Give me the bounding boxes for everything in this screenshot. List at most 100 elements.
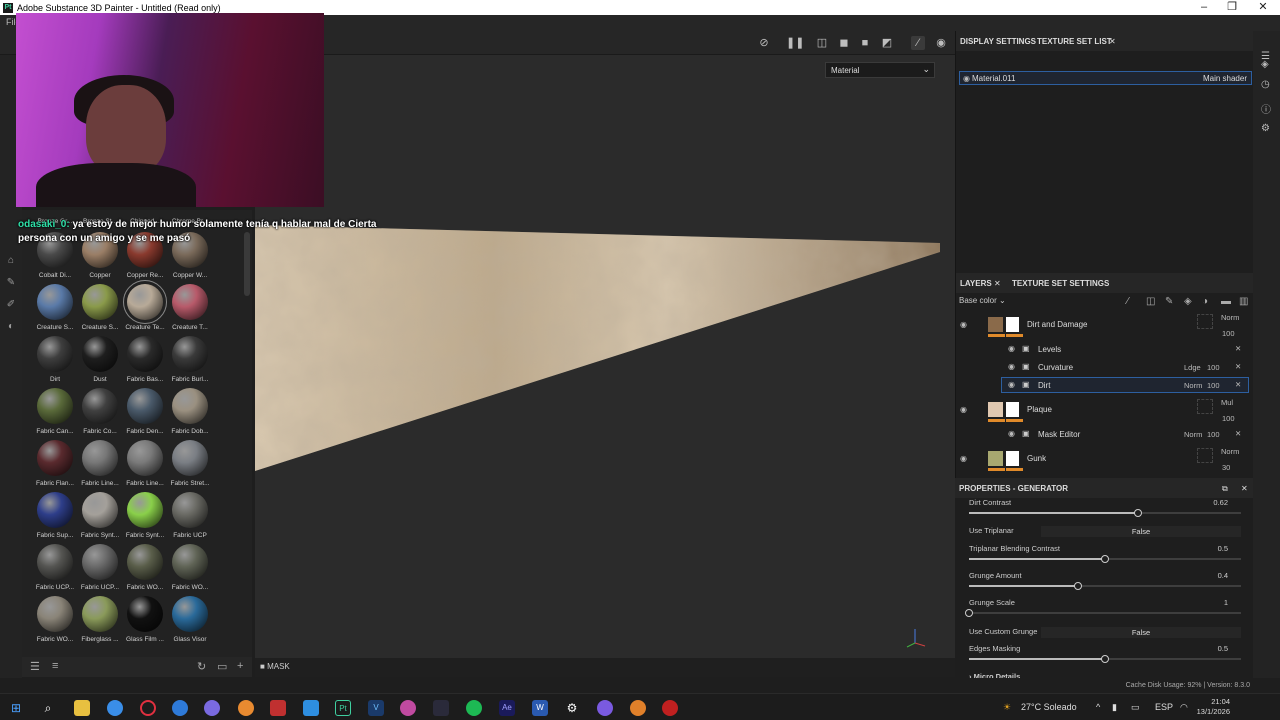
property-slider[interactable] (965, 609, 1241, 617)
close-icon[interactable]: ✕ (1235, 362, 1241, 371)
network-icon[interactable]: ▭ (1131, 702, 1140, 713)
close-window-button[interactable]: ✕ (1247, 0, 1279, 15)
tab-layers[interactable]: LAYERS (960, 279, 992, 288)
photos-icon[interactable] (303, 700, 319, 716)
weather-text[interactable]: 27°C Soleado (1021, 702, 1077, 712)
tool-icon[interactable]: ⌂ (4, 255, 18, 269)
slider-handle[interactable] (1101, 555, 1109, 563)
material-thumbnail[interactable]: Fabric Sup... (32, 492, 78, 539)
list-view-icon[interactable]: ☰ (30, 660, 40, 673)
material-thumbnail[interactable]: Fabric Stret... (167, 440, 213, 487)
effect-opacity[interactable]: 100 (1207, 363, 1220, 372)
property-value[interactable]: 0.4 (1218, 571, 1228, 580)
folder-icon[interactable]: ▬ (1221, 296, 1231, 307)
app-icon[interactable] (238, 700, 254, 716)
layer-row[interactable]: ◉ Gunk Norm 30 (956, 447, 1248, 472)
eye-icon[interactable]: ◉ (1008, 344, 1015, 353)
info-icon[interactable]: ⓘ (1261, 101, 1271, 116)
app-icon[interactable] (400, 700, 416, 716)
eye-icon[interactable]: ◉ (963, 74, 970, 83)
material-thumbnail[interactable]: Creature Te... (122, 280, 168, 331)
property-value[interactable]: 1 (1224, 598, 1228, 607)
material-thumbnail[interactable]: Fabric Den... (122, 388, 168, 435)
tool-icon[interactable]: ✐ (4, 299, 18, 313)
slider-handle[interactable] (1134, 509, 1142, 517)
layers-icon[interactable]: ◈ (1261, 59, 1269, 70)
search-icon[interactable]: ⌕ (40, 700, 56, 716)
texture-set-row[interactable]: ◉ Material.011 Main shader (959, 71, 1252, 85)
tab-display-settings[interactable]: DISPLAY SETTINGS (960, 37, 1036, 46)
material-thumbnail[interactable]: Fabric Can... (32, 388, 78, 435)
3d-viewport[interactable]: Material ⌄ (255, 55, 955, 658)
property-toggle[interactable]: False (1041, 627, 1241, 638)
layer-row[interactable]: ◉ Dirt and Damage Norm 100 (956, 313, 1248, 338)
file-explorer-icon[interactable] (74, 700, 90, 716)
layer-row[interactable]: ◉ ▣ Curvature Ldge 100 ✕ (1002, 360, 1248, 374)
vscode-icon[interactable]: V (368, 700, 384, 716)
close-icon[interactable]: ✕ (1109, 37, 1116, 46)
layer-opacity[interactable]: 100 (1222, 329, 1235, 338)
material-thumbnail[interactable]: Fabric Burl... (167, 336, 213, 383)
tab-texture-set-settings[interactable]: TEXTURE SET SETTINGS (1012, 279, 1109, 288)
material-thumbnail[interactable]: Dust (77, 336, 123, 383)
eye-icon[interactable]: ◉ (960, 405, 967, 414)
render-icon[interactable]: ◩ (880, 36, 894, 50)
eye-icon[interactable]: ◉ (1008, 362, 1015, 371)
material-thumbnail[interactable]: Fabric Dob... (167, 388, 213, 435)
add-icon[interactable]: + (237, 660, 243, 672)
effect-opacity[interactable]: 100 (1207, 430, 1220, 439)
effect-blend-mode[interactable]: Ldge (1184, 363, 1201, 372)
fill-icon[interactable]: ◈ (1184, 296, 1192, 307)
tool-icon[interactable]: ◐ (4, 321, 18, 335)
close-icon[interactable]: ✕ (1235, 344, 1241, 353)
effect-opacity[interactable]: 100 (1207, 381, 1220, 390)
windows-start-icon[interactable]: ⊞ (8, 700, 24, 716)
tray-chevron-icon[interactable]: ^ (1096, 702, 1100, 712)
refresh-icon[interactable]: ↻ (197, 660, 206, 673)
chrome-icon[interactable] (107, 700, 123, 716)
hide-icon[interactable]: ⊘ (757, 36, 771, 50)
edge-icon[interactable] (172, 700, 188, 716)
spotify-icon[interactable] (466, 700, 482, 716)
material-thumbnail[interactable]: Fabric WO... (167, 544, 213, 591)
material-thumbnail[interactable]: Creature S... (32, 284, 78, 331)
clock[interactable]: 21:04 13/1/2026 (1197, 697, 1230, 717)
wifi-icon[interactable]: ◠ (1180, 702, 1188, 713)
weather-icon[interactable]: ☀ (1003, 702, 1011, 713)
layer-row[interactable]: ◉ ▣ Levels ✕ (1002, 342, 1248, 356)
property-value[interactable]: 0.5 (1218, 544, 1228, 553)
app-icon[interactable] (204, 700, 220, 716)
eye-icon[interactable]: ◉ (960, 320, 967, 329)
eye-icon[interactable]: ◉ (960, 454, 967, 463)
mask-icon[interactable]: ◑ (1202, 296, 1208, 307)
settings-icon[interactable]: ⚙ (1261, 123, 1270, 134)
material-thumbnail[interactable]: Fabric Line... (77, 440, 123, 487)
camera-icon[interactable]: ■ (858, 36, 872, 50)
material-thumbnail[interactable]: Fabric Line... (122, 440, 168, 487)
material-thumbnail[interactable]: Fabric WO... (32, 596, 78, 643)
material-thumbnail[interactable]: Glass Visor (167, 596, 213, 643)
mask-toggle[interactable]: ■ MASK (260, 662, 290, 671)
material-thumbnail[interactable]: Fabric UCP (167, 492, 213, 539)
material-thumbnail[interactable]: Fabric Flan... (32, 440, 78, 487)
eye-icon[interactable]: ◉ (1008, 380, 1015, 389)
shader-name[interactable]: Main shader (1203, 74, 1247, 83)
app-icon[interactable] (630, 700, 646, 716)
close-icon[interactable]: ✕ (1241, 484, 1248, 493)
video-app-icon[interactable] (270, 700, 286, 716)
slider-handle[interactable] (965, 609, 973, 617)
paint-brush-icon[interactable]: ⁄ (911, 36, 925, 50)
layer-row[interactable]: ◉ Plaque Mul 100 (956, 398, 1248, 423)
channel-dropdown[interactable]: Base color ⌄ (959, 296, 1014, 309)
close-icon[interactable]: ✕ (994, 279, 1001, 288)
opera-icon[interactable] (140, 700, 156, 716)
material-thumbnail[interactable]: Fabric UCP... (32, 544, 78, 591)
slider-handle[interactable] (1101, 655, 1109, 663)
obs-icon[interactable] (662, 700, 678, 716)
layer-blend-mode[interactable]: Mul (1221, 398, 1233, 407)
split-view-icon[interactable]: ◫ (815, 36, 829, 50)
eye-icon[interactable]: ◉ (1008, 429, 1015, 438)
pause-icon[interactable]: ❚❚ (786, 36, 804, 50)
slider-handle[interactable] (1074, 582, 1082, 590)
screenshot-icon[interactable]: ◉ (934, 36, 948, 50)
